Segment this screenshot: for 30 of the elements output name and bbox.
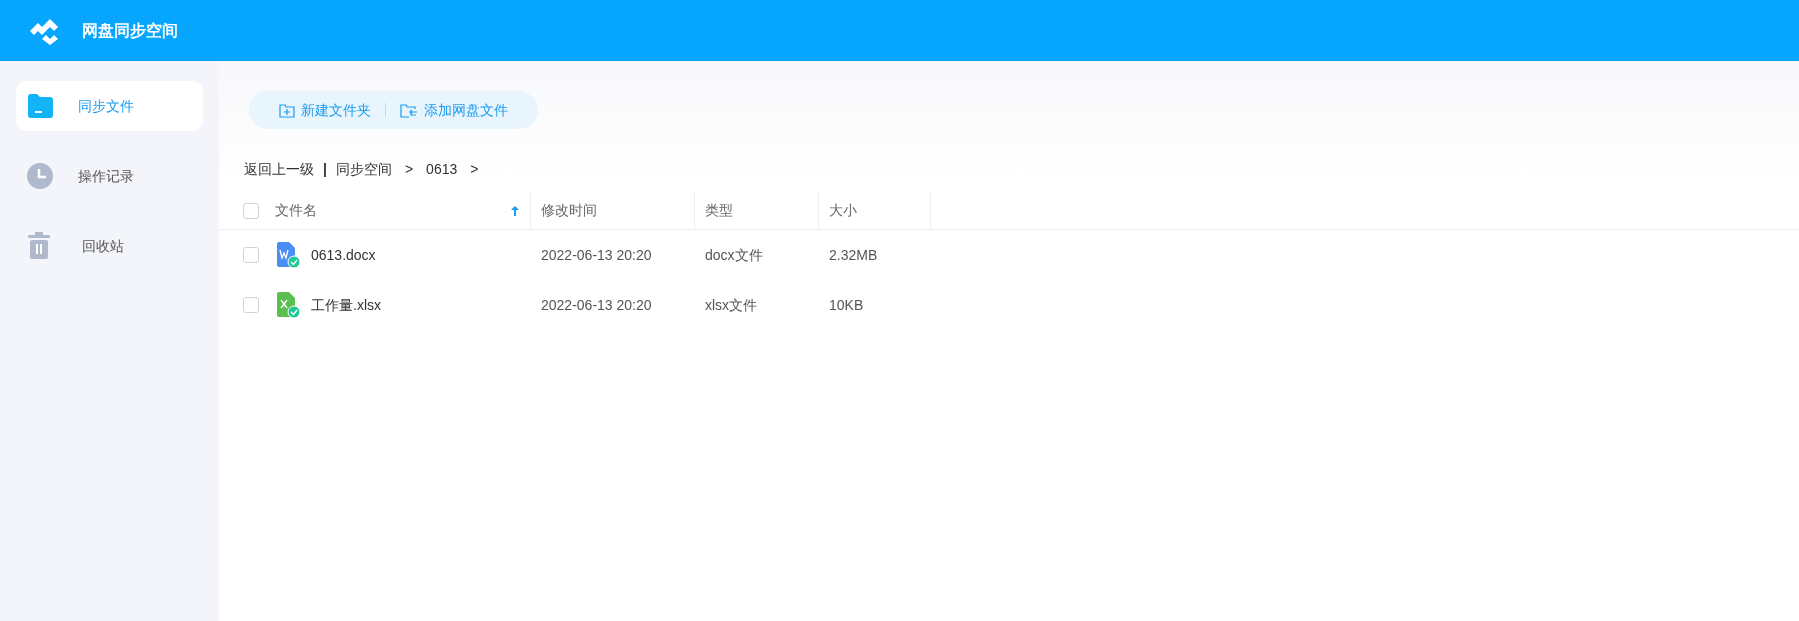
file-name[interactable]: 工作量.xlsx — [311, 294, 381, 316]
breadcrumb-link[interactable]: 0613 — [426, 159, 458, 180]
file-size: 2.32MB — [829, 246, 878, 263]
breadcrumb-arrow: > — [403, 160, 415, 179]
modified-time: 2022-06-13 20:20 — [541, 246, 652, 263]
column-header[interactable]: 大小 — [829, 200, 857, 221]
folder-arrow-icon — [400, 102, 418, 118]
checkbox[interactable] — [243, 247, 259, 263]
modified-time: 2022-06-13 20:20 — [541, 296, 652, 313]
checkbox[interactable] — [243, 202, 259, 219]
file-type: docx文件 — [705, 246, 763, 263]
file-type: xlsx文件 — [705, 296, 758, 313]
column-header[interactable]: 文件名 — [275, 200, 317, 221]
trash-icon — [26, 232, 52, 260]
column-header[interactable]: 类型 — [705, 200, 733, 221]
breadcrumb-arrow: > — [469, 160, 480, 179]
checkbox[interactable] — [243, 297, 259, 313]
sort-arrow-icon[interactable] — [510, 204, 520, 217]
folder-icon — [26, 93, 54, 119]
clock-icon — [26, 162, 54, 190]
breadcrumb-link[interactable]: 同步空间 — [335, 159, 392, 180]
column-header[interactable]: 修改时间 — [541, 200, 597, 221]
back-link[interactable]: 返回上一级 — [244, 159, 314, 180]
file-name[interactable]: 0613.docx — [311, 244, 376, 266]
file-size: 10KB — [829, 296, 864, 313]
breadcrumb-separator: | — [323, 160, 327, 179]
folder-plus-icon — [279, 102, 295, 118]
sidebar-item[interactable]: 回收站 — [16, 221, 203, 271]
sidebar-item[interactable]: 操作记录 — [16, 151, 203, 201]
app-title: 网盘同步空间 — [82, 20, 178, 41]
